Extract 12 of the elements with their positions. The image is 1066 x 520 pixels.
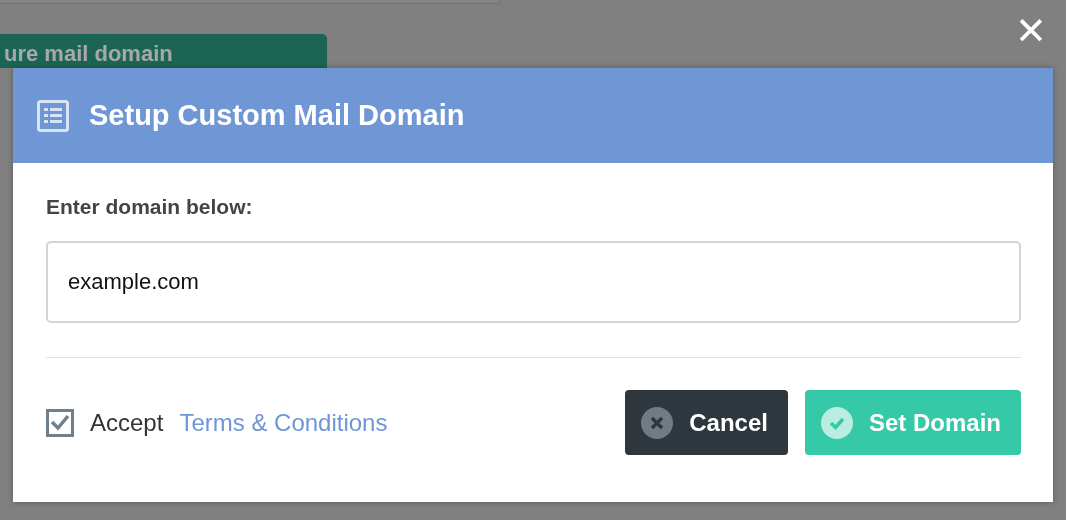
close-button[interactable]: ✕ [1015,12,1047,50]
check-circle-icon [820,406,853,439]
set-domain-button[interactable]: Set Domain [804,390,1021,455]
field-label: Enter domain below: [46,195,254,219]
close-circle-icon [641,406,674,439]
cancel-button[interactable]: Cancel [625,390,788,455]
terms-link[interactable]: Terms & Conditions [179,408,388,437]
terms-checkbox[interactable] [46,408,74,437]
list-icon [37,99,69,132]
modal-title: Setup Custom Mail Domain [89,99,465,132]
domain-field[interactable]: example.com [46,241,1021,323]
accept-label: Accept [90,408,164,437]
